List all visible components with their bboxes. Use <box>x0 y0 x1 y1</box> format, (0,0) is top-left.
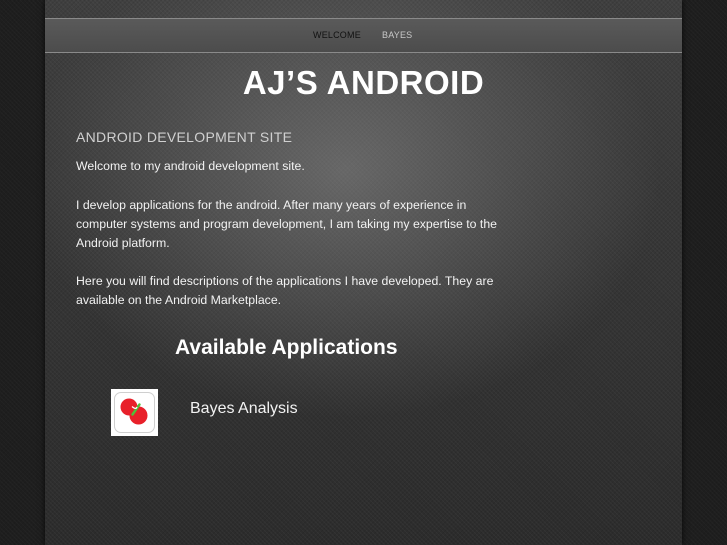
available-applications-heading: Available Applications <box>175 336 398 359</box>
nav-item-welcome[interactable]: WELCOME <box>313 19 361 52</box>
experience-paragraph: I develop applications for the android. … <box>76 198 498 250</box>
bayes-venn-icon <box>114 392 155 433</box>
bayes-app-icon[interactable] <box>111 389 158 436</box>
section-title: ANDROID DEVELOPMENT SITE <box>76 129 293 145</box>
site-title: AJ’S ANDROID <box>242 64 485 101</box>
page-background: WELCOME BAYES AJ’S ANDROID ANDROID DEVEL… <box>0 0 727 545</box>
intro-paragraph: Welcome to my android development site. <box>76 159 305 173</box>
applications-paragraph: Here you will find descriptions of the a… <box>76 274 494 307</box>
nav-item-bayes[interactable]: BAYES <box>382 19 412 52</box>
bayes-analysis-link[interactable]: Bayes Analysis <box>190 400 298 418</box>
site-container: WELCOME BAYES AJ’S ANDROID ANDROID DEVEL… <box>45 0 682 545</box>
top-navigation: WELCOME BAYES <box>45 18 682 53</box>
